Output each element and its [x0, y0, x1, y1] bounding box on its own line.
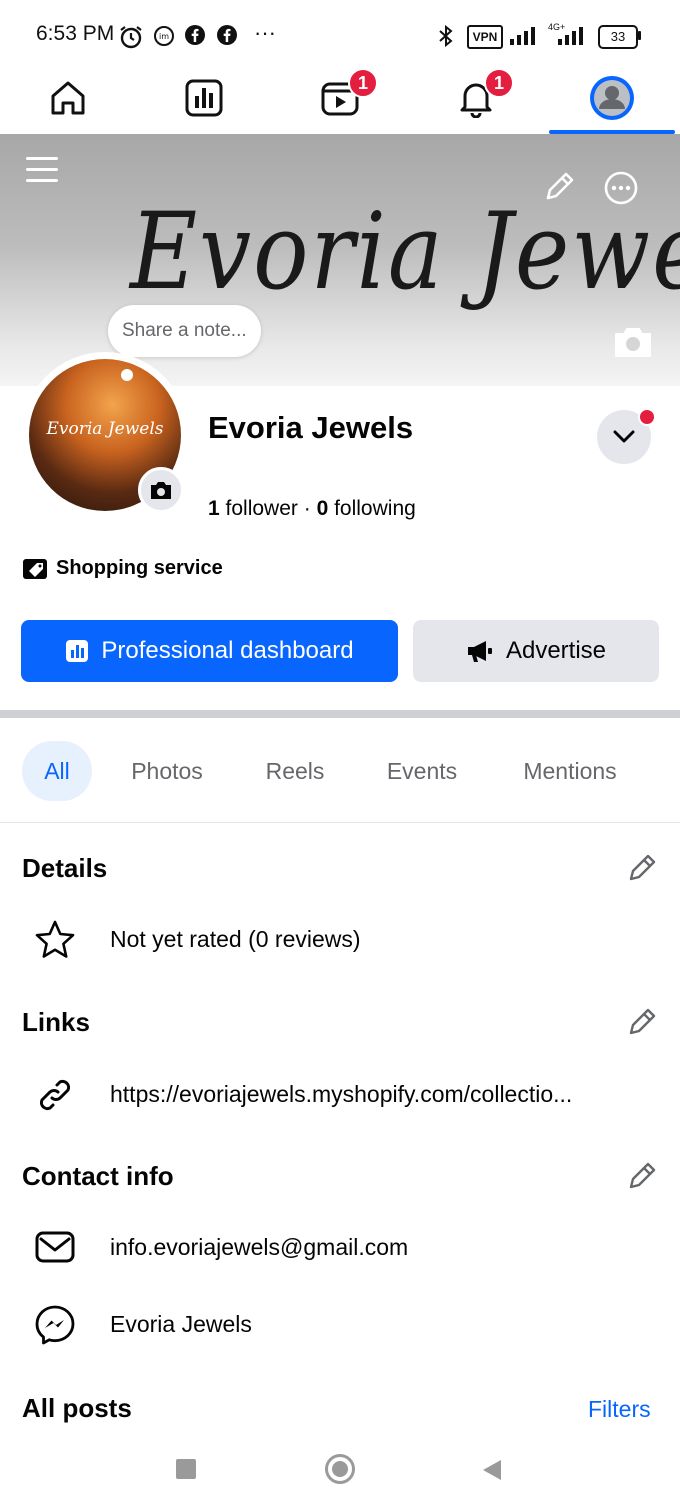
edit-cover-icon[interactable] — [542, 170, 576, 204]
website-link[interactable]: https://evoriajewels.myshopify.com/colle… — [110, 1081, 572, 1108]
signal-icon — [558, 27, 583, 45]
following-count: 0 — [316, 497, 329, 520]
all-posts-title: All posts — [22, 1393, 132, 1423]
advertise-label: Advertise — [505, 637, 607, 664]
chevron-down-icon — [613, 430, 635, 443]
email-icon — [35, 1231, 75, 1263]
svg-text:im: im — [159, 32, 169, 41]
tabs-divider — [0, 822, 680, 823]
battery-indicator: 33 — [598, 25, 638, 49]
notifications-badge: 1 — [484, 68, 514, 98]
system-navigation-bar — [0, 1436, 680, 1511]
more-notifications-icon: ··· — [254, 20, 276, 45]
tab-photos[interactable]: Photos — [118, 741, 216, 801]
menu-icon[interactable] — [24, 152, 60, 188]
email-address[interactable]: info.evoriajewels@gmail.com — [110, 1234, 408, 1261]
app-notification-icon: im — [154, 26, 174, 46]
edit-links-icon[interactable] — [626, 1006, 658, 1038]
messenger-icon — [35, 1305, 75, 1345]
nav-notifications-tab[interactable]: 1 — [426, 66, 526, 130]
tab-reels[interactable]: Reels — [254, 741, 336, 801]
vpn-indicator: VPN — [467, 25, 503, 49]
category-tag-icon — [23, 558, 47, 579]
cover-camera-icon[interactable] — [612, 322, 654, 362]
details-title: Details — [22, 853, 108, 883]
back-button[interactable] — [481, 1458, 503, 1482]
star-icon — [35, 920, 75, 958]
section-divider — [0, 710, 680, 718]
profile-icon — [590, 76, 634, 120]
filters-link[interactable]: Filters — [588, 1396, 651, 1423]
bar-chart-icon — [185, 79, 223, 117]
link-icon — [39, 1079, 71, 1111]
follow-stats[interactable]: 1 follower · 0 following — [208, 497, 416, 521]
page-category: Shopping service — [22, 557, 223, 580]
share-note-bubble[interactable]: Share a note... — [108, 305, 261, 357]
status-bar: 6:53 PM im ··· VPN 4G+ 33 — [0, 0, 680, 70]
home-button[interactable] — [325, 1454, 355, 1484]
home-icon — [51, 81, 85, 115]
dashboard-icon — [66, 640, 89, 662]
nav-video-tab[interactable]: 1 — [290, 66, 390, 130]
nav-profile-tab[interactable] — [562, 66, 662, 130]
stats-separator: · — [297, 497, 317, 520]
battery-tip — [638, 31, 641, 40]
professional-dashboard-button[interactable]: Professional dashboard — [21, 620, 398, 682]
messenger-name[interactable]: Evoria Jewels — [110, 1311, 252, 1338]
status-time: 6:53 PM — [36, 22, 115, 45]
avatar-script-text: Evoria Jewels — [46, 419, 164, 439]
tab-all[interactable]: All — [22, 741, 92, 801]
signal-icon — [510, 27, 535, 45]
facebook-icon — [217, 25, 237, 45]
follower-label: follower — [219, 497, 298, 520]
more-options-icon[interactable] — [603, 170, 639, 206]
contact-info-title: Contact info — [22, 1161, 174, 1191]
edit-contact-icon[interactable] — [626, 1160, 658, 1192]
dropdown-notification-dot — [638, 408, 656, 426]
advertise-button[interactable]: Advertise — [413, 620, 659, 682]
links-title: Links — [22, 1007, 90, 1037]
facebook-icon — [185, 25, 205, 45]
rating-text: Not yet rated (0 reviews) — [110, 926, 361, 952]
cover-script-text: Evoria Jewels — [130, 190, 680, 314]
recents-button[interactable] — [176, 1459, 196, 1479]
avatar-note-dot — [121, 369, 133, 381]
home-button-dot — [332, 1461, 348, 1477]
category-label: Shopping service — [56, 557, 223, 579]
nav-home-tab[interactable] — [18, 66, 118, 130]
follower-count: 1 — [208, 497, 220, 520]
page-title: Evoria Jewels — [208, 410, 414, 445]
megaphone-icon — [467, 641, 492, 662]
following-label: following — [328, 497, 416, 520]
avatar-camera-button[interactable] — [138, 467, 184, 513]
video-badge: 1 — [348, 68, 378, 98]
bluetooth-icon — [439, 24, 453, 48]
alarm-icon — [120, 26, 142, 49]
nav-dashboard-tab[interactable] — [154, 66, 254, 130]
tab-mentions[interactable]: Mentions — [508, 741, 632, 801]
professional-dashboard-label: Professional dashboard — [101, 637, 354, 664]
camera-icon — [151, 482, 171, 499]
edit-details-icon[interactable] — [626, 852, 658, 884]
tab-events[interactable]: Events — [374, 741, 470, 801]
